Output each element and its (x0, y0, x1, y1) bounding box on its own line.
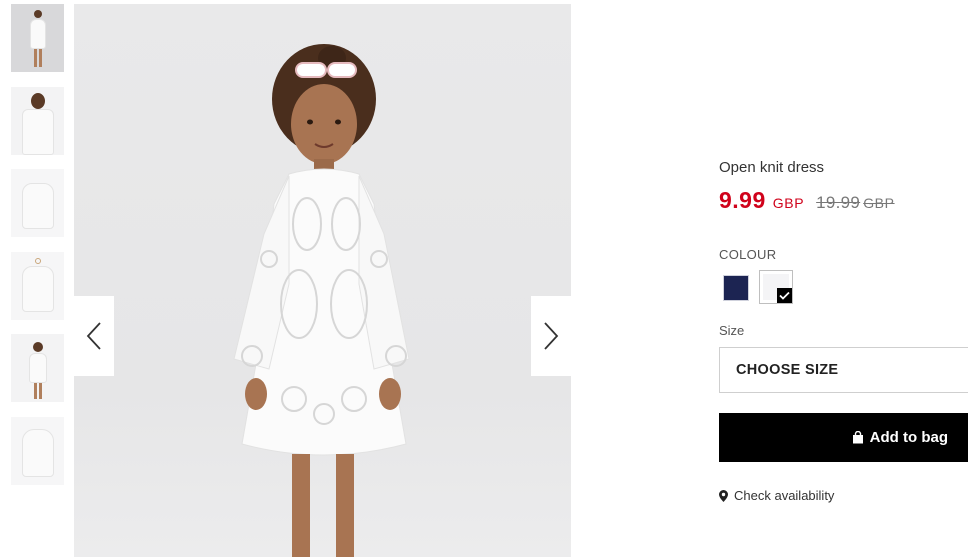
chevron-left-icon (86, 322, 101, 350)
sale-price: 9.99 (719, 187, 766, 213)
thumbnail-5[interactable] (11, 334, 64, 402)
thumbnail-3[interactable] (11, 169, 64, 237)
thumbnail-4[interactable] (11, 251, 64, 320)
location-pin-icon (719, 489, 728, 502)
product-title: Open knit dress (719, 159, 825, 176)
original-price: 19.99 (816, 193, 861, 212)
sale-currency: GBP (772, 195, 805, 211)
thumbnail-image (20, 179, 56, 231)
size-select[interactable]: CHOOSE SIZE (719, 347, 968, 393)
main-product-image (74, 4, 571, 557)
check-availability-label: Check availability (734, 488, 835, 503)
original-currency: GBP (863, 195, 895, 211)
bag-icon (852, 431, 864, 444)
size-label: Size (719, 323, 745, 338)
colour-swatch-white[interactable] (759, 270, 793, 304)
thumbnail-image (27, 342, 49, 400)
product-info-panel: Open knit dress 9.99 GBP 19.99 GBP COLOU… (719, 0, 968, 557)
thumbnail-image (18, 91, 58, 155)
checkmark-icon (779, 291, 790, 300)
thumbnail-image (20, 425, 56, 479)
model-illustration (233, 44, 410, 557)
thumbnail-image (20, 257, 56, 316)
previous-image-button[interactable] (74, 296, 114, 376)
colour-label: COLOUR (719, 247, 777, 262)
add-to-bag-button[interactable]: Add to bag (719, 413, 968, 462)
thumbnail-2[interactable] (11, 86, 64, 155)
chevron-right-icon (544, 322, 559, 350)
check-availability-link[interactable]: Check availability (719, 488, 834, 503)
add-to-bag-label: Add to bag (869, 429, 948, 446)
colour-swatches (719, 270, 793, 304)
selected-badge (777, 288, 792, 303)
thumbnail-list (11, 4, 65, 499)
thumbnail-1[interactable] (11, 4, 64, 72)
colour-swatch-navy[interactable] (723, 274, 749, 301)
next-image-button[interactable] (531, 296, 571, 376)
product-page: Open knit dress 9.99 GBP 19.99 GBP COLOU… (0, 0, 968, 557)
thumbnail-image (28, 10, 48, 70)
thumbnail-6[interactable] (11, 416, 64, 485)
price-row: 9.99 GBP 19.99 GBP (719, 187, 895, 214)
